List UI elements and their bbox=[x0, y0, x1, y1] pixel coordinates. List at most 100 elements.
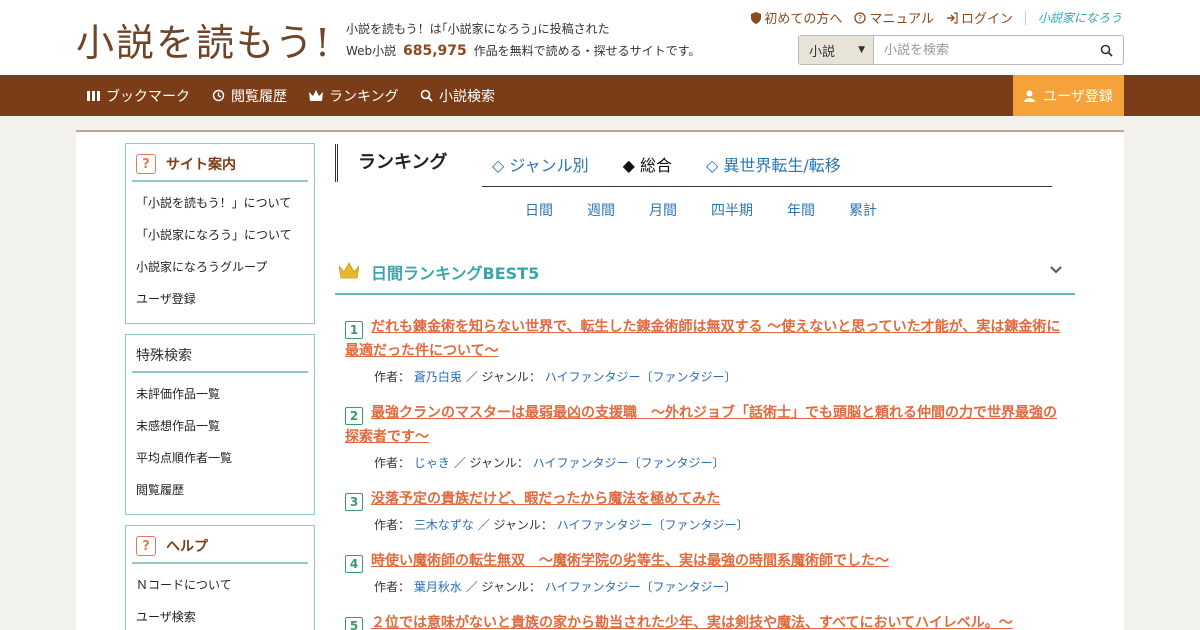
nav-search[interactable]: 小説検索 bbox=[420, 75, 495, 116]
author-link[interactable]: じゃき bbox=[414, 456, 450, 470]
entry-meta: 作者： 蒼乃白兎 ／ ジャンル： ハイファンタジー〔ファンタジー〕 bbox=[374, 367, 1065, 387]
entry-meta: 作者： 葉月秋水 ／ ジャンル： ハイファンタジー〔ファンタジー〕 bbox=[374, 577, 1065, 597]
author-label: 作者： bbox=[374, 518, 411, 532]
author-label: 作者： bbox=[374, 456, 411, 470]
help-list: Ｎコードについて ユーザ検索 bbox=[126, 564, 314, 630]
top-links: 初めての方へ ? マニュアル ログイン 小説家になろう bbox=[751, 8, 1122, 27]
tab-overall[interactable]: ◆ 総合 bbox=[623, 152, 672, 176]
tagline-prefix: Web小説 bbox=[346, 44, 397, 58]
question-icon: ? bbox=[136, 536, 156, 556]
genre-label: ／ ジャンル： bbox=[465, 370, 541, 384]
history-icon bbox=[212, 89, 225, 102]
period-monthly[interactable]: 月間 bbox=[649, 200, 677, 220]
entry-meta: 作者： 三木なずな ／ ジャンル： ハイファンタジー〔ファンタジー〕 bbox=[374, 515, 1065, 535]
main-nav: ブックマーク 閲覧履歴 ランキング 小説検索 ユーザ登録 bbox=[0, 75, 1200, 116]
work-title-link[interactable]: だれも錬金術を知らない世界で、転生した錬金術師は無双する 〜使えないと思っていた… bbox=[345, 319, 1060, 359]
rank-number-icon: 3 bbox=[345, 493, 363, 511]
author-label: 作者： bbox=[374, 370, 411, 384]
author-link[interactable]: 蒼乃白兎 bbox=[414, 370, 462, 384]
author-link[interactable]: 三木なずな bbox=[414, 518, 474, 532]
search-icon bbox=[1100, 44, 1113, 57]
special-search-item[interactable]: 平均点順作者一覧 bbox=[136, 445, 314, 477]
genre-link[interactable]: ハイファンタジー〔ファンタジー〕 bbox=[545, 370, 737, 384]
login-icon bbox=[946, 11, 958, 24]
period-yearly[interactable]: 年間 bbox=[787, 200, 815, 220]
work-title-link[interactable]: 最強クランのマスターは最弱最凶の支援職 ～外れジョブ「話術士」でも頭脳と頼れる仲… bbox=[345, 405, 1057, 445]
work-title-link[interactable]: 没落予定の貴族だけど、暇だったから魔法を極めてみた bbox=[371, 491, 720, 507]
site-guide-heading: ? サイト案内 bbox=[132, 144, 308, 182]
tab-genre[interactable]: ◇ ジャンル別 bbox=[492, 152, 589, 176]
nav-bookmark[interactable]: ブックマーク bbox=[87, 75, 190, 116]
site-guide-box: ? サイト案内 「小説を読もう！」について 「小説家になろう」について 小説家に… bbox=[125, 143, 315, 324]
work-title-link[interactable]: ２位では意味がないと貴族の家から勘当された少年、実は剣技や魔法、すべてにおいてハ… bbox=[371, 615, 1013, 630]
chevron-down-icon[interactable] bbox=[1049, 262, 1063, 276]
special-search-item[interactable]: 未評価作品一覧 bbox=[136, 381, 314, 413]
author-link[interactable]: 葉月秋水 bbox=[414, 580, 462, 594]
tagline-suffix: 作品を無料で読める・探せるサイトです。 bbox=[473, 44, 701, 58]
login-label: ログイン bbox=[960, 12, 1013, 27]
period-quarterly[interactable]: 四半期 bbox=[711, 200, 753, 220]
ranking-entry: 3 没落予定の貴族だけど、暇だったから魔法を極めてみた 作者： 三木なずな ／ ジ… bbox=[345, 487, 1065, 535]
entry-title-row: 1 だれも錬金術を知らない世界で、転生した錬金術師は無双する 〜使えないと思ってい… bbox=[345, 315, 1065, 363]
tagline-line1: 小説を読もう！は｢小説家になろう｣に投稿された bbox=[346, 22, 610, 36]
tabs-divider bbox=[482, 186, 1052, 187]
genre-label: ／ ジャンル： bbox=[453, 456, 529, 470]
genre-link[interactable]: ハイファンタジー〔ファンタジー〕 bbox=[557, 518, 749, 532]
genre-link[interactable]: ハイファンタジー〔ファンタジー〕 bbox=[533, 456, 725, 470]
site-guide-item[interactable]: 「小説を読もう！」について bbox=[136, 190, 314, 222]
genre-link[interactable]: ハイファンタジー〔ファンタジー〕 bbox=[545, 580, 737, 594]
period-weekly[interactable]: 週間 bbox=[587, 200, 615, 220]
site-guide-title: サイト案内 bbox=[166, 157, 236, 173]
help-item[interactable]: Ｎコードについて bbox=[136, 572, 314, 604]
question-icon: ? bbox=[136, 154, 156, 174]
special-search-box: 特殊検索 未評価作品一覧 未感想作品一覧 平均点順作者一覧 閲覧履歴 bbox=[125, 334, 315, 515]
special-search-item[interactable]: 未感想作品一覧 bbox=[136, 413, 314, 445]
narou-logo-link[interactable]: 小説家になろう bbox=[1038, 9, 1122, 26]
section-title: 日間ランキングBEST5 bbox=[371, 264, 540, 283]
entry-title-row: 5 ２位では意味がないと貴族の家から勘当された少年、実は剣技や魔法、すべてにおいて… bbox=[345, 611, 1065, 630]
work-title-link[interactable]: 時使い魔術師の転生無双 ～魔術学院の劣等生、実は最強の時間系魔術師でした～ bbox=[371, 553, 889, 569]
first-time-link[interactable]: 初めての方へ bbox=[751, 8, 842, 27]
crown-icon bbox=[309, 90, 323, 101]
search-button[interactable] bbox=[1089, 36, 1123, 64]
help-circle-icon: ? bbox=[854, 11, 866, 24]
help-item[interactable]: ユーザ検索 bbox=[136, 604, 314, 630]
shield-icon bbox=[751, 11, 762, 24]
nav-ranking[interactable]: ランキング bbox=[309, 75, 399, 116]
site-guide-item[interactable]: 小説家になろうグループ bbox=[136, 254, 314, 286]
site-logo[interactable]: 小説を読もう! bbox=[76, 12, 332, 67]
search-input[interactable] bbox=[874, 36, 1089, 64]
work-count: 685,975 bbox=[403, 43, 467, 59]
bookmark-icon bbox=[87, 91, 100, 101]
site-header: 小説を読もう! 小説を読もう！は｢小説家になろう｣に投稿された Web小説 68… bbox=[0, 0, 1200, 75]
nav-search-label: 小説検索 bbox=[439, 88, 495, 105]
ranking-entry: 4 時使い魔術師の転生無双 ～魔術学院の劣等生、実は最強の時間系魔術師でした～ 作… bbox=[345, 549, 1065, 597]
ranking-entry: 2 最強クランのマスターは最弱最凶の支援職 ～外れジョブ「話術士」でも頭脳と頼れる… bbox=[345, 401, 1065, 473]
site-guide-item[interactable]: 「小説家になろう」について bbox=[136, 222, 314, 254]
help-box: ? ヘルプ Ｎコードについて ユーザ検索 bbox=[125, 525, 315, 630]
period-cumulative[interactable]: 累計 bbox=[849, 200, 877, 220]
special-search-heading: 特殊検索 bbox=[132, 335, 308, 373]
special-search-title: 特殊検索 bbox=[136, 348, 192, 364]
site-guide-item[interactable]: ユーザ登録 bbox=[136, 286, 314, 318]
entry-meta: 作者： じゃき ／ ジャンル： ハイファンタジー〔ファンタジー〕 bbox=[374, 453, 1065, 473]
entry-title-row: 3 没落予定の貴族だけど、暇だったから魔法を極めてみた bbox=[345, 487, 1065, 511]
nav-bookmark-label: ブックマーク bbox=[106, 88, 190, 105]
nav-history[interactable]: 閲覧履歴 bbox=[212, 75, 287, 116]
login-link[interactable]: ログイン bbox=[946, 8, 1013, 27]
genre-label: ／ ジャンル： bbox=[477, 518, 553, 532]
site-tagline: 小説を読もう！は｢小説家になろう｣に投稿された Web小説 685,975 作品… bbox=[346, 18, 700, 62]
special-search-list: 未評価作品一覧 未感想作品一覧 平均点順作者一覧 閲覧履歴 bbox=[126, 373, 314, 509]
manual-link[interactable]: ? マニュアル bbox=[854, 8, 934, 27]
user-icon bbox=[1024, 90, 1036, 102]
page-title: ランキング bbox=[335, 144, 447, 182]
rank-number-icon: 5 bbox=[345, 617, 363, 630]
special-search-item[interactable]: 閲覧履歴 bbox=[136, 477, 314, 509]
search-category-select[interactable]: 小説 ▼ bbox=[799, 36, 874, 64]
tab-isekai[interactable]: ◇ 異世界転生/転移 bbox=[706, 152, 841, 176]
first-time-label: 初めての方へ bbox=[764, 12, 843, 27]
rank-number-icon: 4 bbox=[345, 555, 363, 573]
register-button[interactable]: ユーザ登録 bbox=[1013, 75, 1124, 116]
author-label: 作者： bbox=[374, 580, 411, 594]
period-daily[interactable]: 日間 bbox=[525, 200, 553, 220]
